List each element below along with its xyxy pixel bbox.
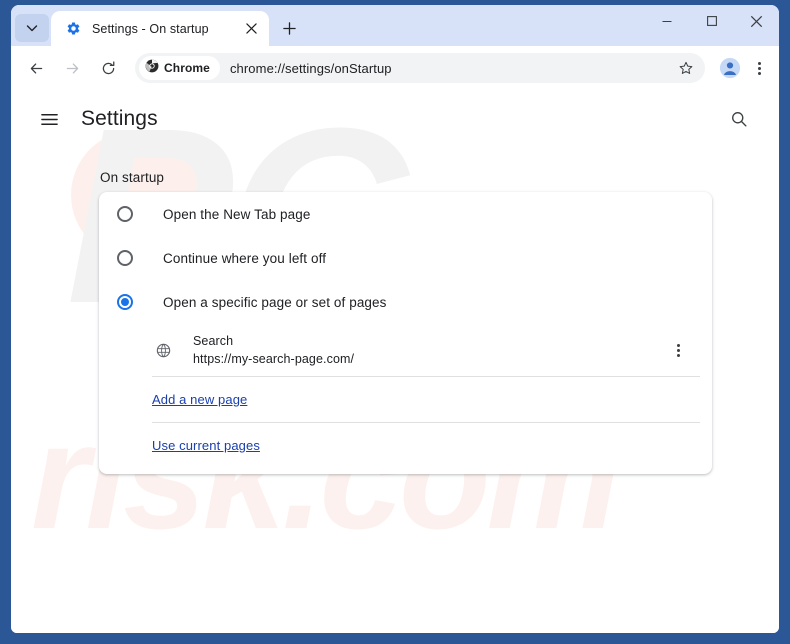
radio-label: Continue where you left off [163,250,327,266]
back-icon[interactable] [21,53,51,83]
globe-icon [155,342,171,358]
browser-toolbar: Chrome chrome://settings/onStartup [11,46,779,90]
startup-page-name: Search [193,334,234,348]
close-icon[interactable] [241,19,261,39]
tab-settings[interactable]: Settings - On startup [51,11,269,46]
startup-page-row: Search https://my-search-page.com/ [99,324,712,376]
profile-avatar[interactable] [715,53,745,83]
radio-label: Open the New Tab page [163,206,311,222]
desktop-background: Settings - On startup Chrome chrome://se… [0,0,790,644]
window-controls [644,5,779,46]
three-dots-icon [757,61,761,75]
maximize-icon[interactable] [689,5,734,37]
on-startup-card: Open the New Tab page Continue where you… [99,192,712,474]
radio-option-new-tab-page[interactable]: Open the New Tab page [99,192,712,236]
radio-icon [117,206,133,222]
hamburger-menu-icon[interactable] [33,103,65,135]
close-window-icon[interactable] [734,5,779,37]
tab-strip: Settings - On startup [11,5,779,46]
browser-window: Settings - On startup Chrome chrome://se… [11,5,779,633]
use-current-pages-row[interactable]: Use current pages [99,423,712,468]
search-icon[interactable] [723,103,755,135]
add-new-page-link[interactable]: Add a new page [152,392,247,407]
radio-label: Open a specific page or set of pages [163,294,387,310]
section-title: On startup [100,170,165,185]
chrome-scheme-chip: Chrome [139,56,220,80]
settings-page: PC risk.com Settings On startup [11,90,779,633]
radio-icon-selected [117,294,133,310]
three-dots-icon [676,343,680,357]
startup-page-more-icon[interactable] [664,336,692,364]
chrome-logo-icon [145,59,159,78]
tab-search-button[interactable] [15,14,49,42]
settings-header: Settings [11,90,779,148]
tab-title: Settings - On startup [92,21,209,36]
bookmark-star-icon[interactable] [673,55,699,81]
add-new-page-row[interactable]: Add a new page [99,377,712,422]
address-bar-url: chrome://settings/onStartup [229,60,392,76]
address-bar[interactable]: Chrome chrome://settings/onStartup [135,53,705,83]
browser-menu-icon[interactable] [745,53,773,83]
new-tab-button[interactable] [275,14,303,42]
use-current-pages-link[interactable]: Use current pages [152,438,260,453]
startup-page-texts: Search https://my-search-page.com/ [193,332,664,368]
radio-icon [117,250,133,266]
reload-icon[interactable] [93,53,123,83]
minimize-icon[interactable] [644,5,689,37]
radio-option-specific-pages[interactable]: Open a specific page or set of pages [99,280,712,324]
forward-icon[interactable] [57,53,87,83]
gear-icon [65,21,81,37]
chrome-chip-label: Chrome [164,61,210,75]
radio-option-continue-where-left-off[interactable]: Continue where you left off [99,236,712,280]
startup-page-url: https://my-search-page.com/ [193,352,355,366]
page-title: Settings [81,107,158,130]
